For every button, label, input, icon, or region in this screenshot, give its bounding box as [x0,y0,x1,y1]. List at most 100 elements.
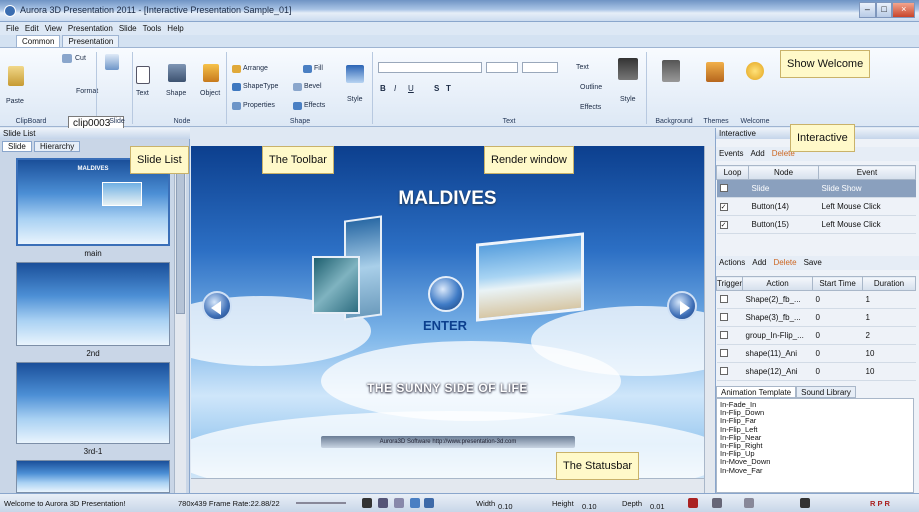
next-slide-button[interactable] [667,291,697,321]
table-row[interactable]: Shape(3)_fb_... 0 1 [716,308,916,327]
table-row[interactable]: Slide Slide Show [716,179,916,198]
view-icon[interactable] [394,498,404,508]
arrange-button[interactable]: Arrange [243,65,268,72]
bevel-button[interactable]: Bevel [304,83,322,90]
menu-slide[interactable]: Slide [119,22,137,35]
add-event-button[interactable]: Add [750,147,764,161]
column-header[interactable]: Node [748,165,819,180]
align-icon[interactable] [712,498,722,508]
outline-button[interactable]: Outline [580,84,602,91]
column-header[interactable]: Start Time [812,276,864,291]
render-vertical-scrollbar[interactable] [704,146,715,493]
table-row[interactable]: group_In-Flip_... 0 2 [716,326,916,345]
tab-presentation[interactable]: Presentation [62,35,120,47]
loop-checkbox[interactable]: ✓ [719,221,728,229]
slide-thumbnail-2nd[interactable] [16,262,170,346]
align-icon[interactable] [744,498,754,508]
depth-value[interactable]: 0.01 [650,502,665,511]
shape-style-button[interactable]: Style [347,96,363,103]
table-row[interactable]: shape(12)_Ani 0 10 [716,362,916,381]
menu-view[interactable]: View [45,22,62,35]
view-icon[interactable] [362,498,372,508]
loop-checkbox[interactable] [719,183,728,192]
tab-hierarchy[interactable]: Hierarchy [34,141,81,152]
slide-list-scrollbar[interactable] [174,154,186,493]
close-button[interactable]: × [892,2,915,18]
trigger-checkbox[interactable] [719,330,728,339]
zoom-slider[interactable] [296,502,346,504]
italic-button[interactable]: I [394,84,396,93]
rotate-icon[interactable] [424,498,434,508]
menu-file[interactable]: File [6,22,19,35]
text-style-button[interactable]: Style [620,96,636,103]
delete-action-button[interactable]: Delete [773,256,796,270]
rpr-label[interactable]: R P R [870,499,890,508]
table-row[interactable]: ✓ Button(15) Left Mouse Click [716,215,916,234]
trigger-checkbox[interactable] [719,366,728,375]
tab-animation-template[interactable]: Animation Template [716,386,797,398]
font-size-select[interactable] [486,62,518,73]
table-row[interactable]: shape(11)_Ani 0 10 [716,344,916,363]
add-action-button[interactable]: Add [752,256,766,270]
photo-panel-beach[interactable] [476,232,584,322]
column-header[interactable]: Loop [716,165,749,180]
trigger-checkbox[interactable] [719,294,728,303]
menu-presentation[interactable]: Presentation [68,22,113,35]
column-header[interactable]: Event [818,165,916,180]
move-icon[interactable] [410,498,420,508]
list-item[interactable]: In-Move_Far [720,466,910,475]
menu-help[interactable]: Help [167,22,183,35]
slide-thumbnail-3rd-1[interactable] [16,362,170,444]
photo-panel-small[interactable] [312,256,360,314]
shape-button[interactable]: Shape [166,90,186,97]
height-value[interactable]: 0.10 [582,502,597,511]
format-button[interactable]: Format [76,88,98,95]
save-action-button[interactable]: Save [804,256,822,270]
properties-button[interactable]: Properties [243,102,275,109]
themes-button[interactable]: Themes [700,118,732,125]
view-icon[interactable] [378,498,388,508]
table-row[interactable]: Shape(2)_fb_... 0 1 [716,290,916,309]
menu-edit[interactable]: Edit [25,22,39,35]
text-effects-button[interactable]: Effects [580,104,601,111]
scroll-handle[interactable] [176,164,185,314]
trigger-checkbox[interactable] [719,312,728,321]
loop-checkbox[interactable]: ✓ [719,203,728,211]
enter-globe-button[interactable] [428,276,464,312]
shape-effects-button[interactable]: Effects [304,102,325,109]
table-row[interactable]: ✓ Button(14) Left Mouse Click [716,197,916,216]
text-button-2[interactable]: Text [576,64,589,71]
slide-thumbnail-4[interactable] [16,460,170,493]
welcome-button[interactable]: Welcome [736,118,774,125]
background-button[interactable]: Background [650,118,698,125]
underline-button[interactable]: U [408,84,414,93]
menu-tools[interactable]: Tools [143,22,162,35]
font-option-select[interactable] [522,62,558,73]
text-format-button[interactable]: T [446,84,451,93]
column-header[interactable]: Duration [862,276,916,291]
tab-sound-library[interactable]: Sound Library [796,386,856,398]
trigger-checkbox[interactable] [719,348,728,357]
record-icon[interactable] [688,498,698,508]
minimize-button[interactable]: – [859,2,876,18]
enter-label[interactable]: ENTER [423,318,467,333]
column-header[interactable]: Action [742,276,814,291]
strike-button[interactable]: S [434,84,439,93]
paste-button[interactable]: Paste [6,98,24,105]
cut-button[interactable]: Cut [75,55,86,62]
object-button[interactable]: Object [200,90,220,97]
fill-button[interactable]: Fill [314,65,323,72]
bold-button[interactable]: B [380,84,386,93]
maximize-button[interactable]: □ [875,2,893,18]
render-window[interactable]: MALDIVES ENTER THE SUNNY SIDE OF LIFE Au… [191,146,704,493]
font-family-select[interactable] [378,62,482,73]
prev-slide-button[interactable] [202,291,232,321]
tab-slide[interactable]: Slide [2,141,32,152]
column-header[interactable]: Trigger [715,276,744,291]
layout-icon[interactable] [800,498,810,508]
render-horizontal-scrollbar[interactable] [191,478,704,493]
tab-common[interactable]: Common [16,35,61,47]
width-value[interactable]: 0.10 [498,502,513,511]
text-button[interactable]: Text [136,90,149,97]
shapetype-button[interactable]: ShapeType [243,83,278,90]
